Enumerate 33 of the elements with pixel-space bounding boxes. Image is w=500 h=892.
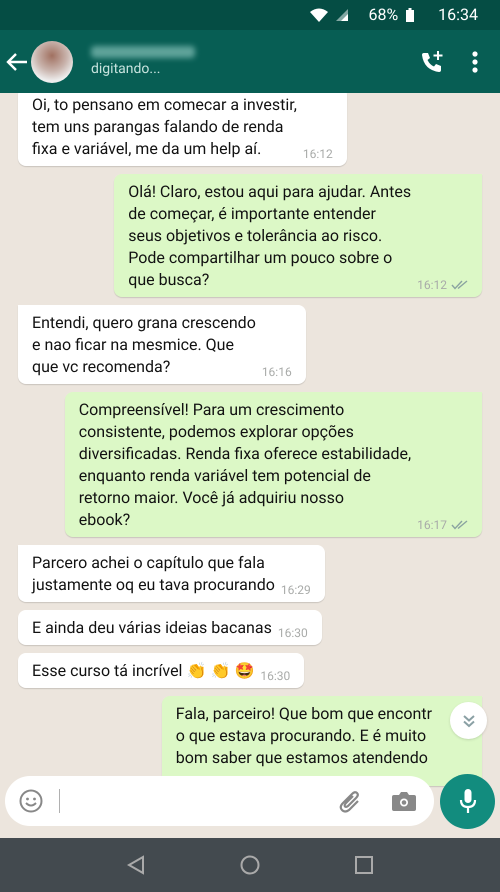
wifi-icon (310, 8, 328, 22)
message-time: 16:17 (417, 517, 447, 534)
microphone-icon (458, 789, 476, 813)
message-time: 16:16 (262, 364, 292, 381)
clock: 16:34 (438, 4, 478, 26)
message-time: 16:29 (280, 582, 311, 599)
battery-icon (406, 8, 414, 22)
message-time: 16:12 (302, 146, 333, 163)
typing-status: digitando... (91, 60, 162, 78)
message-time: 16:30 (260, 668, 290, 685)
message-time: 16:30 (278, 625, 308, 642)
message-text: Compreensível! Para um crescimento consistente, podemos explorar opções diversificadas. Renda fixa oferece estabilidade, enquanto renda variável tem potencial de retorno maior. Você já adquiriu nosso ebook? (78, 399, 412, 531)
message-text: Olá! Claro, estou aqui para ajudar. Antes de começar, é importante entender seus objetivos e tolerância ao risco. Pode compartilhar um pouco sobre o que busca? (128, 181, 412, 291)
emoji-icon[interactable] (19, 789, 43, 813)
message-text: Esse curso tá incrível 👏 👏 🤩 (32, 660, 254, 682)
home-nav-icon[interactable] (240, 855, 260, 875)
message-text: Parcero achei o capítulo que fala justamente oq eu tava procurando (32, 552, 275, 596)
signal-icon (336, 9, 348, 21)
recents-nav-icon[interactable] (354, 856, 373, 874)
message-text: Entendi, quero grana crescendo e nao ficar na mesmice. Que que vc recomenda? (32, 312, 256, 378)
back-arrow-icon[interactable] (6, 52, 28, 70)
avatar[interactable] (31, 40, 73, 82)
message-text: Fala, parceiro! Que bom que encontr o que estava procurando. E é muito bom saber que estamos atendendo (176, 703, 432, 769)
message-text: Oi, to pensano em comecar a investir, tem uns parangas falando de renda fixa e variável, me da um help aí. (32, 94, 297, 160)
battery-level: 68% (368, 4, 398, 26)
double-chevron-down-icon (462, 714, 476, 728)
message-time: 16:12 (417, 277, 447, 294)
message-text: E ainda deu várias ideias bacanas (32, 617, 272, 639)
back-nav-icon[interactable] (127, 855, 146, 875)
add-call-icon[interactable] (420, 50, 444, 74)
camera-icon[interactable] (392, 791, 416, 811)
message-input-field[interactable] (5, 776, 434, 826)
more-options-icon[interactable] (472, 50, 478, 72)
